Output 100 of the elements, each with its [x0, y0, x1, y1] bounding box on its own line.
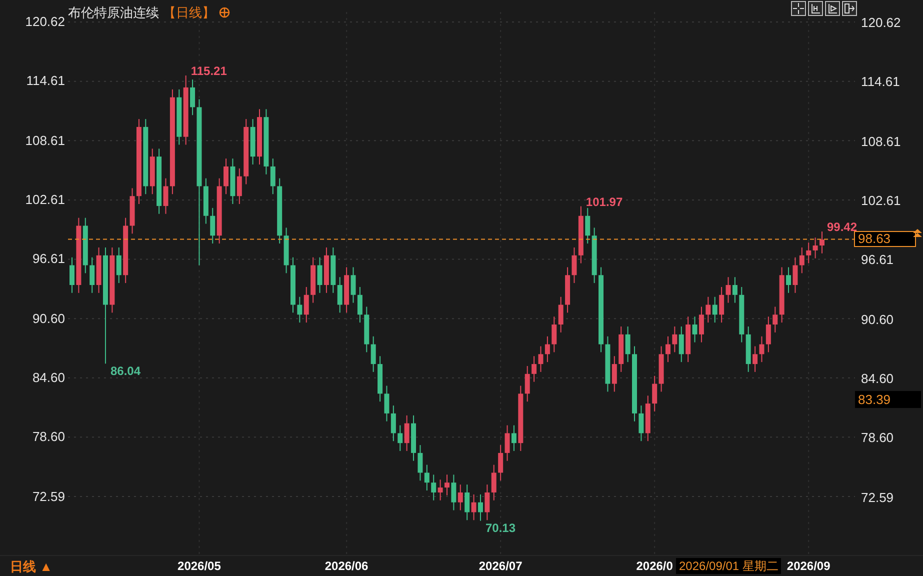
candlestick	[163, 178, 168, 214]
candlestick	[424, 464, 430, 491]
price-axis-label: 78.60	[32, 430, 65, 444]
price-axis-label: 72.59	[32, 490, 65, 503]
candlestick	[464, 484, 470, 521]
price-axis-label: 84.60	[32, 370, 65, 384]
candlestick	[224, 158, 229, 195]
date-axis-label: 2026/0	[636, 560, 673, 572]
candlestick	[752, 346, 758, 372]
candlestick	[532, 356, 537, 382]
price-axis-label: 102.61	[25, 192, 65, 206]
candlestick	[418, 444, 423, 482]
candlestick	[398, 424, 403, 452]
candlestick	[799, 246, 804, 274]
price-axis-label: 120.62	[25, 15, 65, 28]
candlestick	[678, 326, 684, 363]
candlestick	[732, 276, 738, 304]
crosshair-date-label: 2026/09/01 星期二	[676, 558, 782, 574]
candlestick	[726, 276, 731, 304]
candlestick	[524, 366, 530, 402]
candlestick	[612, 356, 617, 392]
candlestick	[698, 306, 704, 343]
candlestick	[792, 256, 798, 294]
candlestick	[337, 276, 342, 314]
candlestick	[558, 296, 564, 333]
exit-icon[interactable]	[842, 1, 857, 16]
price-axis-label: 120.62	[861, 16, 901, 30]
candlestick	[484, 484, 490, 521]
price-axis-label: 90.60	[861, 312, 894, 326]
candlestick	[712, 296, 718, 324]
candlestick	[90, 256, 95, 294]
date-axis-label: 2026/06	[324, 560, 368, 572]
candlestick	[719, 286, 724, 324]
price-axis-label: 114.61	[26, 74, 65, 88]
price-axis-label: 96.61	[32, 252, 65, 266]
candlestick	[806, 242, 812, 264]
price-tag: 83.39	[855, 391, 921, 408]
period-label: 【日线】	[163, 4, 215, 22]
candlestick	[210, 207, 216, 244]
candlestick	[552, 316, 557, 353]
candlestick	[236, 168, 242, 204]
candlestick	[431, 474, 436, 501]
candlestick	[544, 336, 550, 363]
candlestick	[438, 479, 443, 501]
candlestick	[511, 424, 516, 452]
candlestick	[672, 326, 678, 353]
price-annotation: 101.97	[586, 196, 623, 208]
candlestick	[572, 246, 577, 284]
candlestick	[652, 375, 658, 412]
date-axis-label: 2026/07	[478, 560, 522, 572]
price-axis-label: 90.60	[32, 312, 65, 325]
candlestick	[786, 266, 792, 294]
chart-play-icon[interactable]	[825, 1, 840, 16]
candlestick	[812, 237, 818, 259]
instrument-title: 布伦特原油连续	[68, 4, 159, 22]
candlestick	[625, 326, 630, 363]
arrow-up-icon	[913, 229, 922, 238]
price-annotation: 86.04	[110, 364, 140, 377]
date-axis-label: 2026/09	[786, 560, 830, 572]
current-price-tag: 98.63	[854, 231, 916, 248]
candlestick	[665, 336, 670, 363]
candlestick	[70, 256, 74, 294]
chart-start-icon[interactable]	[808, 1, 823, 16]
candlestick	[491, 464, 496, 501]
price-annotation: 99.42	[827, 221, 858, 234]
candlestick	[297, 296, 302, 324]
candlestick	[350, 266, 356, 304]
date-axis-label: 2026/05	[178, 560, 221, 572]
price-axis-label: 108.61	[861, 134, 901, 148]
candlestick	[478, 494, 483, 522]
candlestick	[772, 306, 778, 333]
candlestick	[116, 246, 122, 284]
candlestick	[585, 207, 590, 244]
candlestick	[471, 494, 476, 521]
price-axis-label: 108.61	[25, 134, 65, 147]
candlestick	[538, 346, 544, 372]
price-axis-label: 102.61	[861, 194, 901, 207]
add-icon[interactable]	[219, 7, 230, 18]
candlestick	[444, 474, 450, 496]
candlestick	[766, 316, 771, 353]
period-button[interactable]: 日线 ▲	[10, 560, 52, 572]
price-axis-label: 78.60	[861, 431, 894, 444]
candlestick	[498, 444, 504, 482]
candlestick	[384, 385, 390, 422]
price-axis-label: 72.59	[861, 490, 894, 504]
candlestick	[370, 336, 376, 372]
candlestick	[317, 256, 322, 294]
candlestick	[458, 484, 463, 511]
price-axis-label: 84.60	[861, 372, 894, 385]
candlestick	[270, 158, 276, 195]
price-axis-label: 114.61	[861, 75, 900, 88]
crosshair-icon[interactable]	[791, 1, 806, 16]
candlestick	[190, 79, 196, 116]
candlestick	[692, 316, 698, 343]
candlestick	[759, 336, 764, 363]
price-annotation: 70.13	[485, 522, 516, 534]
candlestick	[706, 296, 711, 324]
candlestick	[404, 414, 410, 452]
candlestick	[390, 405, 396, 442]
price-annotation: 115.21	[190, 65, 227, 78]
